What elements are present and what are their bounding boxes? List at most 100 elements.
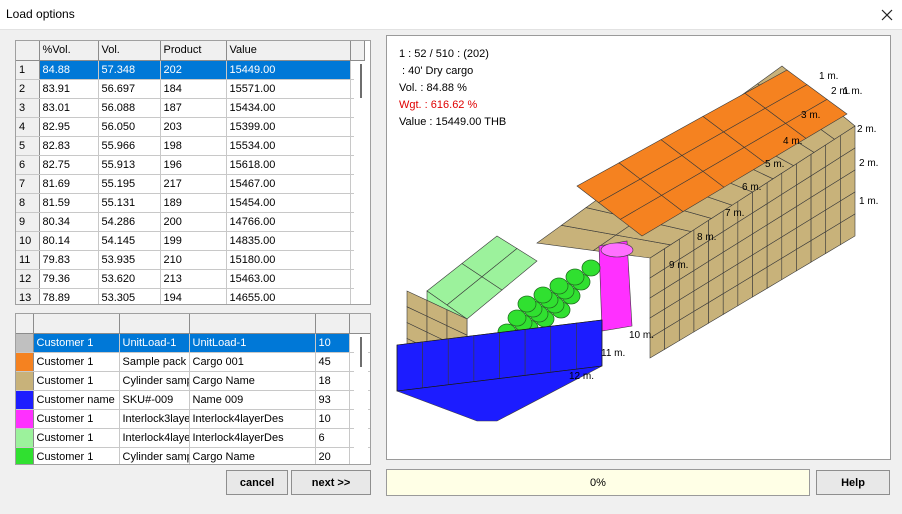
cargo-row[interactable]: Customer name SKU#-009 Name 009 93 — [16, 390, 370, 410]
cargo-row[interactable]: Customer 1 Cylinder samp Cargo Name 18 — [16, 371, 370, 391]
length-mark-label: 10 m. — [629, 330, 654, 341]
cargo-row[interactable]: Customer 1 Interlock4laye Interlock4layerD… — [16, 428, 370, 448]
close-button[interactable] — [872, 0, 902, 30]
result-row[interactable]: 11 79.83 53.935 210 15180.00 — [16, 250, 365, 270]
length-mark-label: 5 m. — [765, 159, 784, 170]
cargo-sku: Interlock4laye — [119, 428, 190, 448]
green-cylinder — [549, 277, 569, 295]
cargo-scrollbar-thumb[interactable] — [360, 337, 362, 367]
next-button[interactable]: next >> — [291, 470, 371, 495]
result-row[interactable]: 8 81.59 55.131 189 15454.00 — [16, 193, 365, 213]
cargo-name: UnitLoad-1 — [189, 333, 316, 353]
result-row[interactable]: 4 82.95 56.050 203 15399.00 — [16, 117, 365, 137]
cargo-sku: SKU#-009 — [119, 390, 190, 410]
cell-value: 15399.00 — [226, 117, 351, 137]
row-number: 11 — [16, 250, 40, 270]
cargo-color-swatch — [16, 428, 34, 448]
cargo-color-swatch — [16, 371, 34, 391]
cargo-customer: Customer 1 — [33, 447, 120, 464]
container-3d-view[interactable]: 1 : 52 / 510 : (202) : 40' Dry cargo Vol… — [386, 35, 891, 460]
cargo-name: Interlock4layerDes — [189, 409, 316, 429]
results-scrollbar[interactable] — [354, 61, 368, 304]
close-icon — [881, 9, 893, 21]
length-mark-label: 8 m. — [697, 232, 716, 243]
cargo-customer: Customer 1 — [33, 333, 120, 353]
cargo-qty: 18 — [315, 371, 350, 391]
cell-product: 187 — [160, 98, 227, 118]
cell-value: 14655.00 — [226, 288, 351, 304]
cargo-col-sku[interactable] — [119, 314, 190, 334]
cargo-color-swatch — [16, 409, 34, 429]
cell-vol: 53.620 — [98, 269, 161, 289]
cell-vol-pct: 81.69 — [39, 174, 99, 194]
cell-vol-pct: 83.01 — [39, 98, 99, 118]
col-header-vol[interactable]: Vol. — [98, 41, 161, 61]
cell-value: 15180.00 — [226, 250, 351, 270]
cargo-customer: Customer 1 — [33, 428, 120, 448]
result-row[interactable]: 5 82.83 55.966 198 15534.00 — [16, 136, 365, 156]
cell-product: 202 — [160, 60, 227, 80]
green-cylinder — [517, 295, 537, 313]
cargo-list-grid[interactable]: Customer 1 UnitLoad-1 UnitLoad-1 10 Customer… — [15, 313, 371, 465]
row-number: 7 — [16, 174, 40, 194]
results-scrollbar-thumb[interactable] — [360, 64, 362, 98]
row-number: 12 — [16, 269, 40, 289]
result-row[interactable]: 3 83.01 56.088 187 15434.00 — [16, 98, 365, 118]
cargo-customer: Customer name — [33, 390, 120, 410]
cargo-row[interactable]: Customer 1 Cylinder samp Cargo Name 20 — [16, 447, 370, 464]
col-header-value[interactable]: Value — [226, 41, 351, 61]
result-row[interactable]: 6 82.75 55.913 196 15618.00 — [16, 155, 365, 175]
result-row[interactable]: 13 78.89 53.305 194 14655.00 — [16, 288, 365, 304]
cargo-row[interactable]: Customer 1 UnitLoad-1 UnitLoad-1 10 — [16, 333, 370, 353]
cargo-row[interactable]: Customer 1 Sample pack Cargo 001 45 — [16, 352, 370, 372]
magenta-interlock-top — [600, 242, 634, 258]
row-number: 5 — [16, 136, 40, 156]
cargo-color-swatch — [16, 447, 34, 464]
cell-vol-pct: 82.95 — [39, 117, 99, 137]
result-row[interactable]: 2 83.91 56.697 184 15571.00 — [16, 79, 365, 99]
cargo-col-qty[interactable] — [315, 314, 350, 334]
cargo-header-row — [16, 314, 370, 334]
col-header-product[interactable]: Product — [160, 41, 227, 61]
result-row[interactable]: 12 79.36 53.620 213 15463.00 — [16, 269, 365, 289]
height-mark-label: 1 m. — [859, 196, 878, 207]
length-mark-label: 3 m. — [801, 110, 820, 121]
cell-value: 15449.00 — [226, 60, 351, 80]
cargo-row[interactable]: Customer 1 Interlock3laye Interlock4layerD… — [16, 409, 370, 429]
load-results-grid[interactable]: %Vol. Vol. Product Value 1 84.88 57.348 202… — [15, 40, 371, 305]
cargo-qty: 6 — [315, 428, 350, 448]
cell-product: 184 — [160, 79, 227, 99]
col-header-vol-pct[interactable]: %Vol. — [39, 41, 99, 61]
window-title: Load options — [6, 7, 75, 21]
cell-value: 15534.00 — [226, 136, 351, 156]
row-number: 8 — [16, 193, 40, 213]
result-row[interactable]: 10 80.14 54.145 199 14835.00 — [16, 231, 365, 251]
cell-vol-pct: 83.91 — [39, 79, 99, 99]
cell-vol-pct: 82.75 — [39, 155, 99, 175]
help-button[interactable]: Help — [816, 470, 890, 495]
cell-value: 15467.00 — [226, 174, 351, 194]
cell-value: 15434.00 — [226, 98, 351, 118]
cargo-col-customer[interactable] — [33, 314, 120, 334]
length-mark-label: 11 m. — [601, 348, 625, 359]
cargo-scrollbar[interactable] — [354, 334, 368, 464]
cargo-sku: Cylinder samp — [119, 371, 190, 391]
cell-vol: 56.088 — [98, 98, 161, 118]
blue-cargo-front — [422, 338, 449, 389]
row-number: 6 — [16, 155, 40, 175]
row-number: 4 — [16, 117, 40, 137]
cancel-button[interactable]: cancel — [226, 470, 288, 495]
result-row[interactable]: 1 84.88 57.348 202 15449.00 — [16, 60, 365, 80]
cargo-col-name[interactable] — [189, 314, 316, 334]
cargo-color-swatch — [16, 333, 34, 353]
title-bar: Load options — [0, 0, 902, 30]
cargo-qty: 45 — [315, 352, 350, 372]
cargo-sku: Sample pack — [119, 352, 190, 372]
cargo-customer: Customer 1 — [33, 371, 120, 391]
results-header-row: %Vol. Vol. Product Value — [16, 41, 365, 61]
row-header-corner — [16, 41, 40, 61]
result-row[interactable]: 9 80.34 54.286 200 14766.00 — [16, 212, 365, 232]
result-row[interactable]: 7 81.69 55.195 217 15467.00 — [16, 174, 365, 194]
cell-value: 15618.00 — [226, 155, 351, 175]
cargo-qty: 10 — [315, 333, 350, 353]
